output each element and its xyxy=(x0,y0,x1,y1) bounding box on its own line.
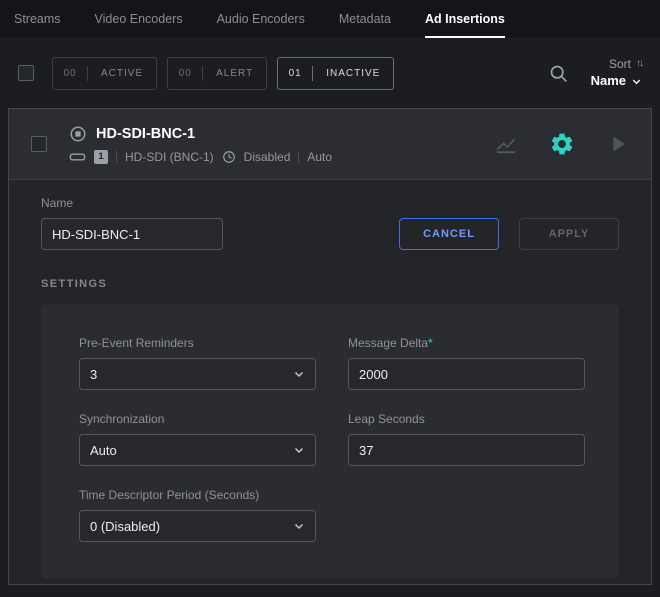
chevron-down-icon xyxy=(293,520,305,532)
select-all-checkbox[interactable] xyxy=(18,65,34,81)
divider xyxy=(116,151,117,163)
stream-status: Disabled xyxy=(244,150,291,164)
active-count: 00 xyxy=(53,68,87,79)
top-nav: Streams Video Encoders Audio Encoders Me… xyxy=(0,0,660,38)
time-descriptor-label: Time Descriptor Period (Seconds) xyxy=(79,488,316,502)
sort-arrows-icon: ↑↓ xyxy=(636,57,642,71)
active-label: ACTIVE xyxy=(88,68,156,79)
tab-video-encoders[interactable]: Video Encoders xyxy=(95,0,183,38)
stream-title: HD-SDI-BNC-1 xyxy=(96,126,195,142)
input-port-icon xyxy=(69,151,86,163)
stream-checkbox[interactable] xyxy=(31,136,47,152)
settings-heading: SETTINGS xyxy=(41,278,619,290)
time-descriptor-select[interactable]: 0 (Disabled) xyxy=(79,510,316,542)
inactive-filter-button[interactable]: 01 INACTIVE xyxy=(277,57,394,90)
name-input[interactable] xyxy=(41,218,223,250)
alert-count: 00 xyxy=(168,68,202,79)
cancel-button[interactable]: CANCEL xyxy=(399,218,499,250)
pre-event-reminders-value: 3 xyxy=(90,367,97,382)
input-number-badge: 1 xyxy=(94,150,108,164)
alert-filter-button[interactable]: 00 ALERT xyxy=(167,57,267,90)
time-descriptor-field: Time Descriptor Period (Seconds) 0 (Disa… xyxy=(79,488,316,542)
inactive-label: INACTIVE xyxy=(313,68,393,79)
synchronization-value: Auto xyxy=(90,443,117,458)
clock-icon xyxy=(222,150,236,164)
stats-chart-icon[interactable] xyxy=(495,133,517,155)
message-delta-label: Message Delta xyxy=(348,336,428,350)
chevron-down-icon xyxy=(293,368,305,380)
stream-mode: Auto xyxy=(307,150,332,164)
synchronization-label: Synchronization xyxy=(79,412,316,426)
settings-gear-icon[interactable] xyxy=(549,131,575,157)
stream-title-block: HD-SDI-BNC-1 1 HD-SDI (BNC-1) Disabled A… xyxy=(69,125,332,164)
name-field-label: Name xyxy=(41,196,223,210)
leap-seconds-input[interactable] xyxy=(348,434,585,466)
pre-event-reminders-label: Pre-Event Reminders xyxy=(79,336,316,350)
sort-control[interactable]: Sort ↑↓ Name xyxy=(591,56,642,90)
inactive-count: 01 xyxy=(278,68,312,79)
sort-label: Sort xyxy=(609,56,631,72)
synchronization-field: Synchronization Auto xyxy=(79,412,316,466)
pre-event-reminders-select[interactable]: 3 xyxy=(79,358,316,390)
stop-icon xyxy=(69,125,87,143)
sort-value: Name xyxy=(591,72,626,90)
tab-ad-insertions[interactable]: Ad Insertions xyxy=(425,0,505,38)
time-descriptor-value: 0 (Disabled) xyxy=(90,519,160,534)
tab-metadata[interactable]: Metadata xyxy=(339,0,391,38)
filter-bar: 00 ACTIVE 00 ALERT 01 INACTIVE Sort ↑↓ N… xyxy=(0,38,660,108)
divider xyxy=(298,151,299,163)
empty-cell xyxy=(348,488,585,542)
message-delta-input[interactable] xyxy=(348,358,585,390)
pre-event-reminders-field: Pre-Event Reminders 3 xyxy=(79,336,316,390)
message-delta-field: Message Delta* xyxy=(348,336,585,390)
stream-interface: HD-SDI (BNC-1) xyxy=(125,150,214,164)
stream-card-header: HD-SDI-BNC-1 1 HD-SDI (BNC-1) Disabled A… xyxy=(9,109,651,180)
play-icon[interactable] xyxy=(607,133,629,155)
stream-card: HD-SDI-BNC-1 1 HD-SDI (BNC-1) Disabled A… xyxy=(8,108,652,585)
leap-seconds-field: Leap Seconds xyxy=(348,412,585,466)
tab-audio-encoders[interactable]: Audio Encoders xyxy=(217,0,305,38)
chevron-down-icon xyxy=(293,444,305,456)
chevron-down-icon xyxy=(631,76,642,87)
synchronization-select[interactable]: Auto xyxy=(79,434,316,466)
settings-panel: Pre-Event Reminders 3 Message Delta* xyxy=(41,304,619,578)
tab-streams[interactable]: Streams xyxy=(14,0,61,38)
stream-card-body: Name CANCEL APPLY SETTINGS Pre-Event Rem… xyxy=(9,180,651,578)
search-icon[interactable] xyxy=(548,63,569,84)
apply-button[interactable]: APPLY xyxy=(519,218,619,250)
required-asterisk: * xyxy=(428,336,433,350)
active-filter-button[interactable]: 00 ACTIVE xyxy=(52,57,157,90)
leap-seconds-label: Leap Seconds xyxy=(348,412,585,426)
alert-label: ALERT xyxy=(203,68,266,79)
